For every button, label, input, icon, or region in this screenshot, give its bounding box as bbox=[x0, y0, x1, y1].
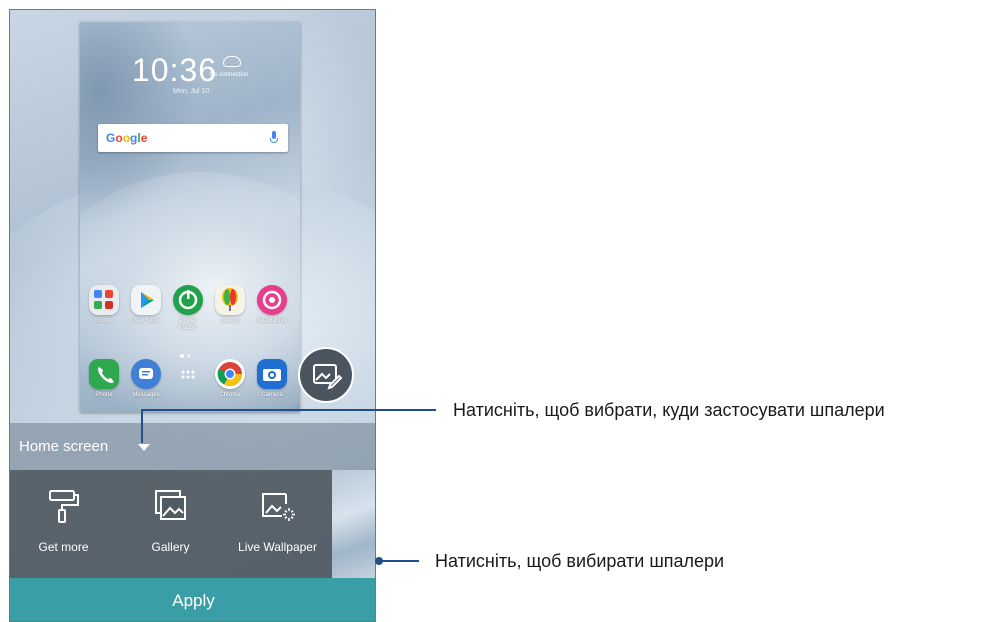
phone-icon bbox=[89, 359, 119, 389]
wallpaper-picker: Get more Gallery Live Wallpaper bbox=[10, 470, 375, 578]
get-more-option[interactable]: Get more bbox=[10, 470, 117, 578]
gallery-label: Gallery bbox=[151, 540, 190, 554]
app-google: Google bbox=[86, 285, 122, 325]
app-power-master: Power Master bbox=[170, 285, 206, 332]
power-master-icon bbox=[173, 285, 203, 315]
app-label: Messages bbox=[132, 392, 160, 398]
app-label: Chrome bbox=[219, 392, 241, 398]
play-store-icon bbox=[131, 285, 161, 315]
callout-apply-location: Натисніть, щоб вибрати, куди застосувати… bbox=[453, 400, 885, 420]
callout-line bbox=[379, 560, 419, 562]
app-label: Gallery bbox=[220, 318, 240, 324]
edit-image-icon bbox=[313, 364, 343, 390]
wallpaper-preview: 10:36 No connection Mon, Jul 10 Google G… bbox=[80, 22, 300, 412]
apply-to-label: Home screen bbox=[19, 438, 109, 455]
wallpaper-thumbnail[interactable] bbox=[332, 470, 375, 578]
chrome-icon bbox=[215, 359, 245, 389]
app-label: Google bbox=[94, 318, 114, 324]
app-label: Phone bbox=[95, 392, 113, 398]
callout-line bbox=[141, 409, 436, 411]
gallery-option[interactable]: Gallery bbox=[117, 470, 224, 578]
google-search-bar: Google bbox=[98, 124, 288, 152]
clock: 10:36 bbox=[132, 52, 218, 88]
app-drawer bbox=[170, 359, 206, 392]
app-label: Power Master bbox=[178, 318, 198, 331]
beautylive-icon bbox=[257, 285, 287, 315]
paint-roller-icon bbox=[49, 490, 79, 523]
callout-line bbox=[141, 409, 143, 443]
live-wallpaper-icon bbox=[262, 493, 295, 521]
app-camera: Camera bbox=[254, 359, 290, 399]
camera-icon bbox=[257, 359, 287, 389]
callout-select-wallpaper: Натисніть, щоб вибирати шпалери bbox=[435, 551, 725, 571]
phone-screen: 10:36 No connection Mon, Jul 10 Google G… bbox=[9, 9, 376, 622]
gallery-icon bbox=[155, 490, 186, 520]
live-wallpaper-label: Live Wallpaper bbox=[238, 540, 317, 554]
live-wallpaper-option[interactable]: Live Wallpaper bbox=[224, 470, 331, 578]
app-beautylive: BeautyLive bbox=[254, 285, 290, 325]
page-indicator bbox=[180, 345, 200, 358]
app-messages: Messages bbox=[128, 359, 164, 399]
app-drawer-icon bbox=[173, 359, 203, 389]
app-play-store: Play Store bbox=[128, 285, 164, 325]
edit-wallpaper-button[interactable] bbox=[298, 347, 354, 403]
weather-status: No connection bbox=[210, 72, 249, 78]
get-more-label: Get more bbox=[38, 540, 89, 554]
app-label: BeautyLive bbox=[257, 318, 287, 324]
apply-button[interactable]: Apply bbox=[10, 578, 375, 621]
google-folder-icon bbox=[89, 285, 119, 315]
app-gallery: Gallery bbox=[212, 285, 248, 325]
app-phone: Phone bbox=[86, 359, 122, 399]
messages-icon bbox=[131, 359, 161, 389]
app-chrome: Chrome bbox=[212, 359, 248, 399]
app-label: Camera bbox=[261, 392, 283, 398]
mic-icon bbox=[270, 131, 278, 143]
date: Mon, Jul 10 bbox=[173, 88, 210, 95]
dropdown-arrow-icon bbox=[138, 444, 150, 451]
gallery-app-icon bbox=[215, 285, 245, 315]
app-label: Play Store bbox=[132, 318, 160, 324]
apply-to-selector[interactable]: Home screen bbox=[10, 423, 375, 470]
cloud-icon bbox=[223, 56, 241, 67]
google-logo: Google bbox=[106, 131, 148, 145]
